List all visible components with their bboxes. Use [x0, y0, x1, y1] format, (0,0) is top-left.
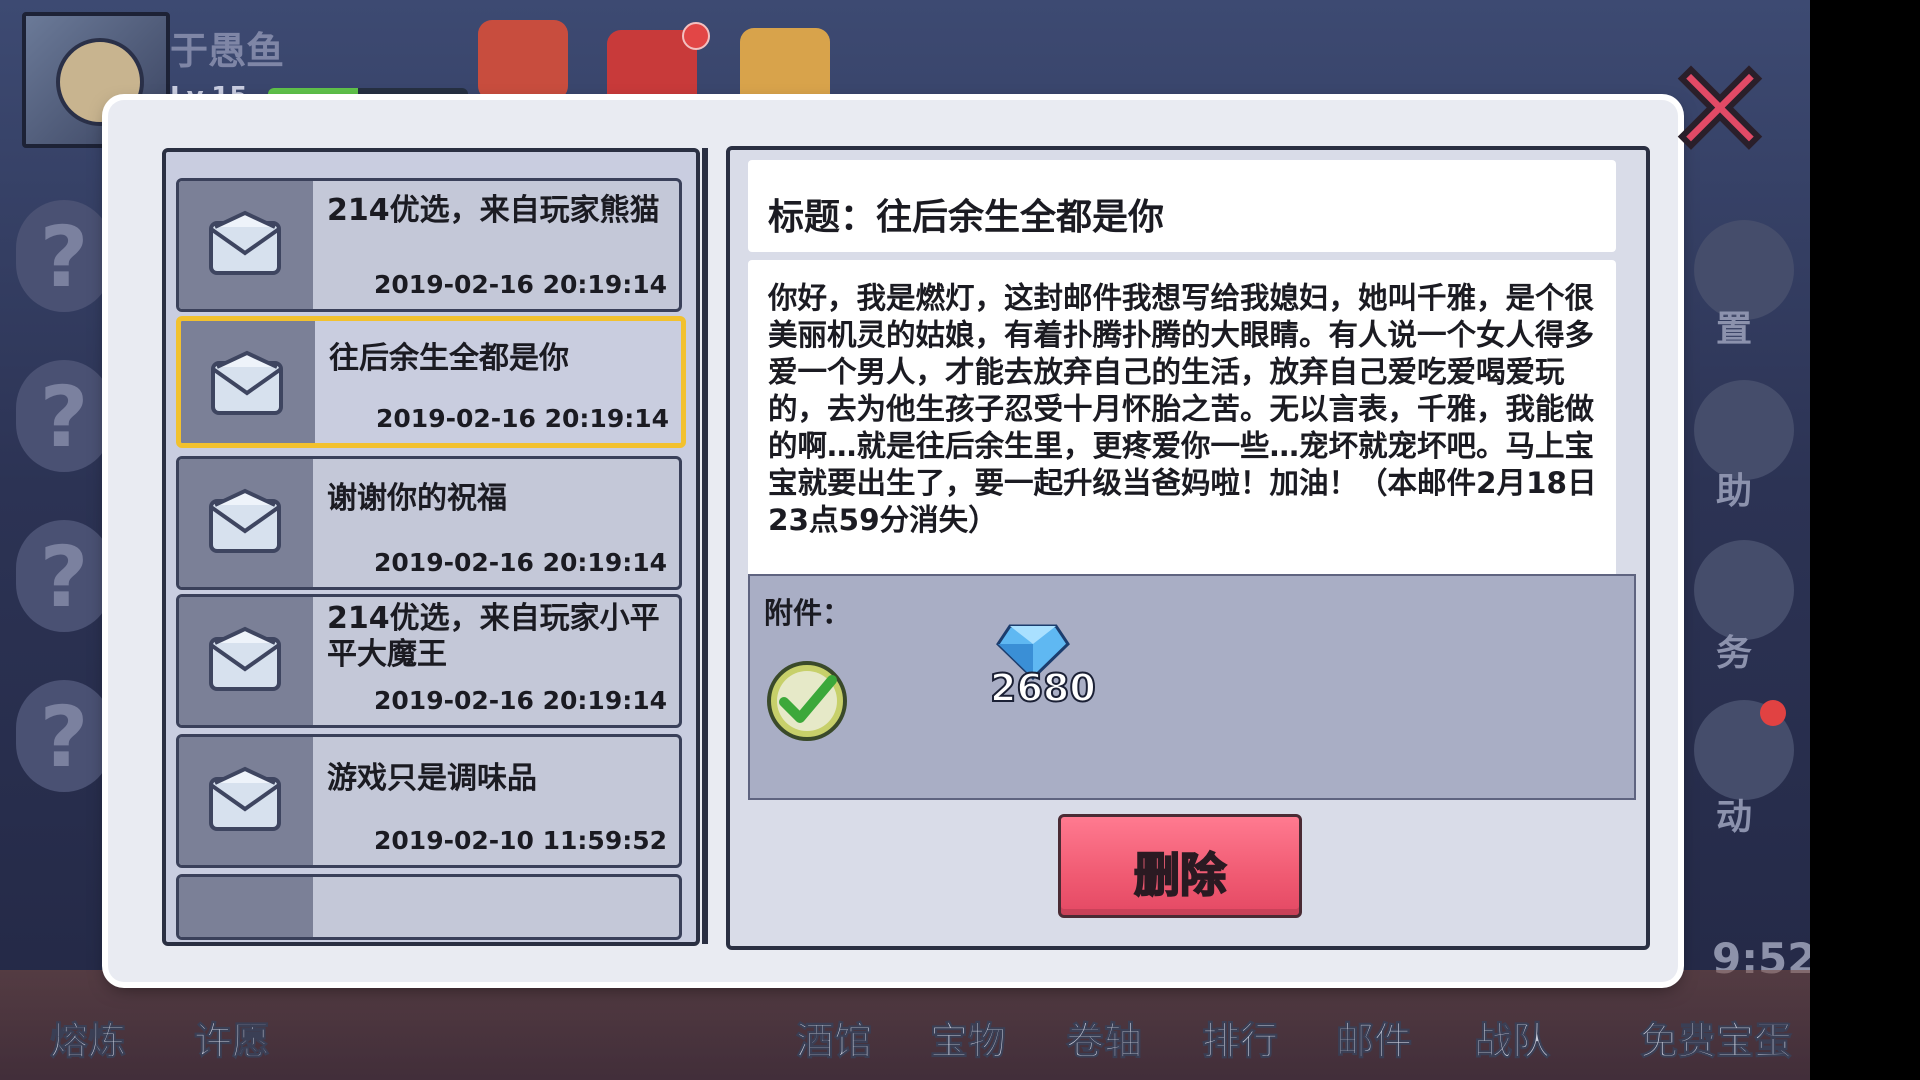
locked-slot-icon[interactable]: ? [16, 680, 112, 792]
mail-item[interactable]: 谢谢你的祝福 2019-02-16 20:19:14 [176, 456, 682, 590]
close-button[interactable]: ✕ [1660, 31, 1780, 189]
mail-date: 2019-02-16 20:19:14 [374, 548, 667, 577]
bottom-menu-rank[interactable]: 排行 [1201, 1010, 1278, 1065]
mail-icon-box [179, 877, 313, 937]
bottom-menu-mail[interactable]: 邮件 [1335, 1010, 1412, 1065]
bottom-menu-tavern[interactable]: 酒馆 [795, 1010, 872, 1065]
mail-icon-box [179, 459, 313, 587]
diamond-count: 2680 [989, 665, 1097, 711]
letter-icon[interactable] [740, 28, 830, 108]
mail-body-text: 你好，我是燃灯，这封邮件我想写给我媳妇，她叫千雅，是个很美丽机灵的姑娘，有着扑腾… [768, 281, 1597, 537]
mail-icon-box [179, 597, 313, 725]
attachment-box: 附件： 2680 [748, 574, 1636, 800]
mail-title: 谢谢你的祝福 [327, 481, 507, 516]
mail-body-box[interactable]: 你好，我是燃灯，这封邮件我想写给我媳妇，她叫千雅，是个很美丽机灵的姑娘，有着扑腾… [748, 260, 1616, 580]
mail-title: 游戏只是调味品 [327, 761, 537, 796]
mail-list-panel[interactable]: 214优选，来自玩家熊猫 2019-02-16 20:19:14 往后余生全都是… [162, 148, 700, 946]
envelope-icon [211, 350, 283, 415]
mail-date: 2019-02-16 20:19:14 [376, 404, 669, 433]
mail-icon-box [179, 181, 313, 309]
envelope-icon [209, 626, 281, 691]
right-menu-label: 动 [1716, 797, 1753, 838]
right-menu-label: 置 [1716, 309, 1753, 350]
player-name: 于愚鱼 [170, 29, 285, 73]
bottom-menu-scroll[interactable]: 卷轴 [1065, 1010, 1142, 1065]
game-screen: 于愚鱼 Lv.15 ? ? ? ? 置 助 务 动 9:52 熔炼 许愿 酒馆 … [0, 0, 1810, 1080]
mail-icon-box [179, 737, 313, 865]
mail-item-partial[interactable] [176, 874, 682, 940]
envelope-icon [209, 210, 281, 275]
notification-dot [682, 22, 710, 50]
gift-icon[interactable] [478, 20, 568, 100]
locked-slot-icon[interactable]: ? [16, 520, 112, 632]
level-progress-fill [268, 88, 358, 100]
mail-title: 214优选，来自玩家小平平大魔王 [327, 601, 660, 672]
mail-item[interactable]: 214优选，来自玩家小平平大魔王 2019-02-16 20:19:14 [176, 594, 682, 728]
mail-item[interactable]: 游戏只是调味品 2019-02-10 11:59:52 [176, 734, 682, 868]
right-menu-label: 助 [1716, 471, 1753, 512]
bottom-menu-treasure[interactable]: 宝物 [929, 1010, 1006, 1065]
bottom-menu-smelt[interactable]: 熔炼 [49, 1010, 126, 1065]
mail-item[interactable]: 214优选，来自玩家熊猫 2019-02-16 20:19:14 [176, 178, 682, 312]
mail-title-box: 标题：往后余生全都是你 [748, 160, 1616, 252]
mail-icon-box [181, 321, 315, 443]
locked-slot-icon[interactable]: ? [16, 360, 112, 472]
check-icon [767, 661, 847, 741]
delete-button-label: 删除 [1133, 847, 1227, 903]
mail-detail-title: 标题：往后余生全都是你 [768, 197, 1165, 238]
notification-dot [1760, 700, 1786, 726]
mail-title: 214优选，来自玩家熊猫 [327, 193, 660, 228]
level-progress-bar [268, 88, 468, 100]
locked-slot-icon[interactable]: ? [16, 200, 112, 312]
bottom-menu-wish[interactable]: 许愿 [193, 1010, 270, 1065]
envelope-icon [209, 766, 281, 831]
mail-title: 往后余生全都是你 [329, 341, 569, 376]
envelope-icon [209, 488, 281, 553]
bottom-menu-team[interactable]: 战队 [1473, 1010, 1550, 1065]
mail-date: 2019-02-10 11:59:52 [374, 826, 667, 855]
mail-item-selected[interactable]: 往后余生全都是你 2019-02-16 20:19:14 [176, 316, 686, 448]
letterbox-bar [1810, 0, 1920, 1080]
panel-divider [702, 148, 708, 944]
mail-date: 2019-02-16 20:19:14 [374, 686, 667, 715]
delete-button[interactable]: 删除 [1058, 814, 1302, 918]
bottom-menu-free-egg[interactable]: 免费宝蛋 [1639, 1010, 1792, 1065]
right-menu-label: 务 [1716, 633, 1753, 674]
mail-date: 2019-02-16 20:19:14 [374, 270, 667, 299]
attachment-label: 附件： [764, 596, 852, 630]
close-icon: ✕ [1663, 31, 1778, 189]
